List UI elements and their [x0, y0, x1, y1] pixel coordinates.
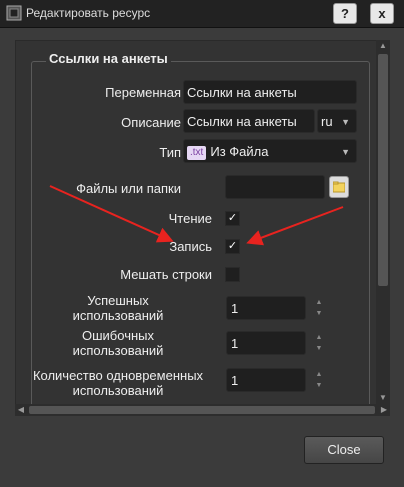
chevron-down-icon: ▼: [341, 147, 350, 157]
title-bar: Редактировать ресурс ? x: [0, 0, 404, 28]
window-close-button[interactable]: x: [370, 3, 394, 24]
shuffle-checkbox[interactable]: [225, 267, 240, 282]
error-uses-spinbox[interactable]: 1 ▲ ▼: [226, 331, 322, 355]
folder-icon: [333, 181, 345, 193]
scroll-left-icon[interactable]: ◀: [15, 404, 27, 416]
description-input[interactable]: Ссылки на анкеты: [183, 109, 315, 133]
success-uses-label-line1: Успешных: [87, 293, 149, 308]
shuffle-label: Мешать строки: [120, 267, 212, 282]
language-select[interactable]: ru ▼: [317, 109, 357, 133]
error-uses-label-line2: использований: [72, 343, 164, 358]
vertical-scrollbar[interactable]: ▲ ▼: [376, 40, 390, 404]
chevron-down-icon: ▼: [341, 117, 350, 127]
success-uses-spinbox[interactable]: 1 ▲ ▼: [226, 296, 322, 320]
concurrent-uses-spinbox[interactable]: 1 ▲ ▼: [226, 368, 322, 392]
error-uses-label: Ошибочных использований: [16, 328, 220, 358]
write-checkbox[interactable]: ✓: [225, 239, 240, 254]
error-uses-label-line1: Ошибочных: [82, 328, 154, 343]
scroll-right-icon[interactable]: ▶: [378, 404, 390, 416]
read-checkbox[interactable]: ✓: [225, 211, 240, 226]
arrow-up-icon[interactable]: ▲: [313, 369, 325, 380]
success-uses-value: 1: [231, 301, 239, 316]
arrow-up-icon[interactable]: ▲: [313, 332, 325, 343]
type-value: Из Файла: [210, 144, 269, 159]
vertical-scroll-thumb[interactable]: [378, 54, 388, 286]
txt-file-icon: .txt: [187, 145, 207, 160]
concurrent-uses-label: Количество одновременных использований: [16, 368, 220, 398]
close-button[interactable]: Close: [304, 436, 384, 464]
spin-buttons[interactable]: ▲ ▼: [313, 369, 325, 391]
type-label: Тип: [159, 145, 181, 160]
browse-folder-button[interactable]: [329, 176, 349, 198]
arrow-down-icon[interactable]: ▼: [313, 380, 325, 391]
arrow-down-icon[interactable]: ▼: [313, 308, 325, 319]
spin-buttons[interactable]: ▲ ▼: [313, 297, 325, 319]
variable-input[interactable]: Ссылки на анкеты: [183, 80, 357, 104]
concurrent-uses-value: 1: [231, 373, 239, 388]
scroll-up-icon[interactable]: ▲: [376, 40, 390, 52]
window-title: Редактировать ресурс: [26, 6, 151, 20]
arrow-up-icon[interactable]: ▲: [313, 297, 325, 308]
horizontal-scroll-thumb[interactable]: [29, 406, 375, 414]
app-icon: [6, 5, 22, 21]
arrow-down-icon[interactable]: ▼: [313, 343, 325, 354]
concurrent-uses-label-line1: Количество одновременных: [32, 368, 204, 383]
description-label: Описание: [121, 115, 181, 130]
scroll-down-icon[interactable]: ▼: [376, 392, 390, 404]
spin-buttons[interactable]: ▲ ▼: [313, 332, 325, 354]
error-uses-value: 1: [231, 336, 239, 351]
read-label: Чтение: [168, 211, 212, 226]
language-value: ru: [321, 114, 333, 129]
files-label: Файлы или папки: [76, 181, 181, 196]
files-input[interactable]: [225, 175, 325, 199]
variable-label: Переменная: [105, 85, 181, 100]
write-label: Запись: [169, 239, 212, 254]
success-uses-label: Успешных использований: [16, 293, 220, 323]
success-uses-label-line2: использований: [72, 308, 164, 323]
scroll-area[interactable]: Ссылки на анкеты Переменная Ссылки на ан…: [15, 40, 377, 406]
concurrent-uses-label-line2: использований: [72, 383, 164, 398]
type-select[interactable]: .txt Из Файла ▼: [183, 139, 357, 163]
group-title: Ссылки на анкеты: [46, 51, 171, 66]
horizontal-scrollbar[interactable]: ◀ ▶: [15, 404, 390, 416]
help-button[interactable]: ?: [333, 3, 357, 24]
edit-resource-dialog: Редактировать ресурс ? x Ссылки на анкет…: [0, 0, 404, 487]
